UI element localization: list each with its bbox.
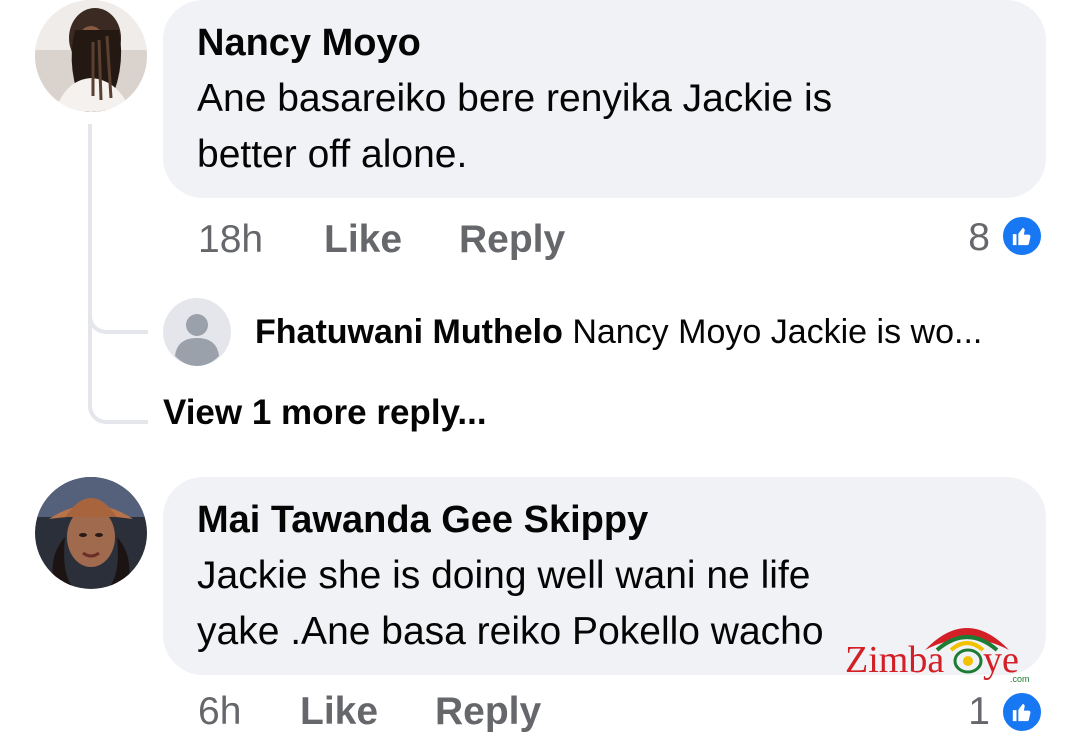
reply-author[interactable]: Fhatuwani Muthelo bbox=[255, 313, 563, 351]
comment-timestamp[interactable]: 18h bbox=[198, 218, 263, 262]
view-more-replies-link[interactable]: View 1 more reply... bbox=[163, 393, 487, 433]
avatar-fhatuwani-muthelo[interactable] bbox=[163, 298, 231, 366]
reply-preview[interactable]: Fhatuwani Muthelo Nancy Moyo Jackie is w… bbox=[255, 313, 982, 352]
eye-icon bbox=[953, 648, 983, 674]
thread-connector-view-more bbox=[88, 320, 148, 424]
avatar-nancy-moyo[interactable] bbox=[35, 0, 147, 112]
watermark-logo: Zimba ye .com bbox=[845, 612, 1035, 684]
like-button[interactable]: Like bbox=[324, 218, 402, 262]
reaction-count[interactable]: 1 bbox=[940, 690, 990, 734]
comment-timestamp[interactable]: 6h bbox=[198, 690, 241, 734]
reaction-count[interactable]: 8 bbox=[940, 216, 990, 260]
comment-author[interactable]: Nancy Moyo bbox=[197, 22, 421, 65]
comment-bubble: Nancy Moyo Ane basareiko bere renyika Ja… bbox=[163, 0, 1046, 198]
reply-button[interactable]: Reply bbox=[435, 690, 541, 734]
profile-photo-icon bbox=[35, 0, 147, 112]
watermark-domain: .com bbox=[1010, 674, 1030, 684]
default-avatar-icon bbox=[163, 298, 231, 366]
comment-author[interactable]: Mai Tawanda Gee Skippy bbox=[197, 499, 648, 542]
reply-snippet[interactable]: Nancy Moyo Jackie is wo... bbox=[572, 313, 982, 351]
thread-line bbox=[88, 124, 92, 324]
thumbs-up-icon[interactable] bbox=[1000, 214, 1044, 258]
comment-text: Ane basareiko bere renyika Jackie is bet… bbox=[197, 77, 833, 176]
reply-button[interactable]: Reply bbox=[459, 218, 565, 262]
watermark-text-left: Zimba bbox=[845, 639, 945, 681]
thumbs-up-icon[interactable] bbox=[1000, 690, 1044, 734]
profile-photo-icon bbox=[35, 477, 147, 589]
avatar-mai-tawanda[interactable] bbox=[35, 477, 147, 589]
like-button[interactable]: Like bbox=[300, 690, 378, 734]
